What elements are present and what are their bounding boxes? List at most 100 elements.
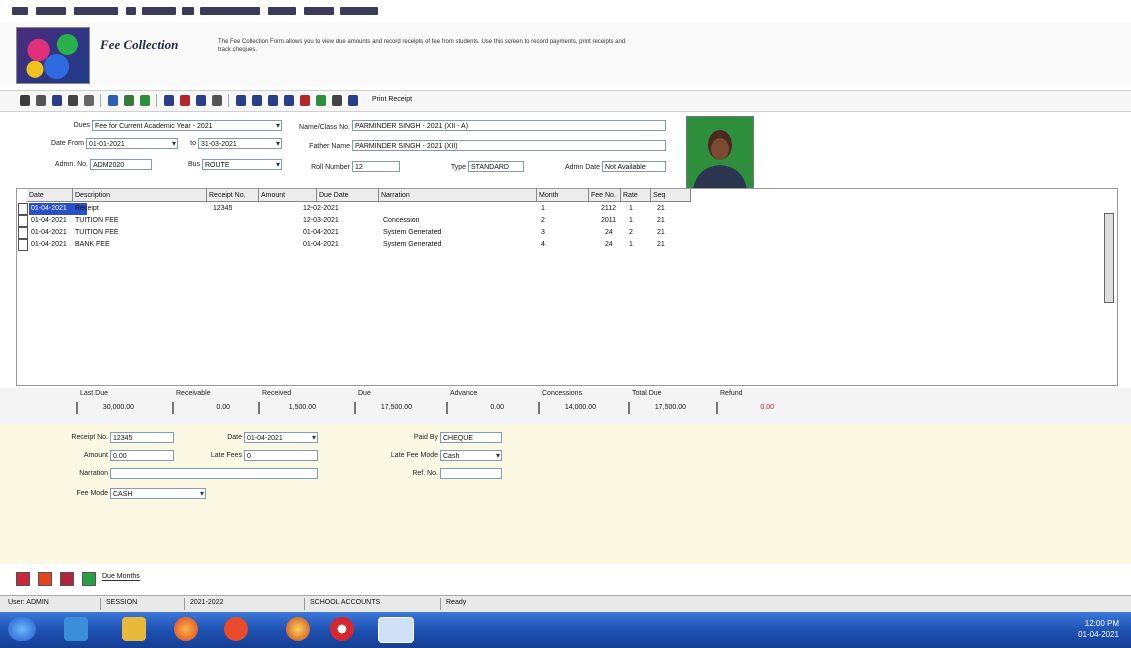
- prev-record-icon[interactable]: [252, 95, 262, 106]
- total-value: 0.00: [446, 402, 506, 414]
- row-selector[interactable]: [18, 203, 28, 215]
- menu-item[interactable]: [182, 7, 194, 15]
- grid-scrollbar[interactable]: [1104, 213, 1114, 303]
- edit-icon[interactable]: [36, 95, 46, 106]
- col-header[interactable]: Seq: [651, 189, 691, 202]
- save-icon[interactable]: [52, 95, 62, 106]
- legend-label: Due Months: [102, 573, 140, 581]
- firefox-icon[interactable]: [174, 617, 198, 641]
- receipt-date-field[interactable]: 01-04-2021: [244, 432, 318, 443]
- form-header: [0, 22, 1131, 86]
- menu-item[interactable]: [36, 7, 66, 15]
- row-selector[interactable]: [18, 239, 28, 251]
- col-header[interactable]: Due Date: [317, 189, 379, 202]
- cell-month: 1: [541, 205, 545, 212]
- total-value: 0.00: [172, 402, 232, 414]
- help-icon[interactable]: [332, 95, 342, 106]
- cell-description: TUITION FEE: [75, 217, 119, 224]
- roll-number-field[interactable]: 12: [352, 161, 400, 172]
- total-value: 14,000.00: [538, 402, 598, 414]
- col-header[interactable]: Description: [73, 189, 207, 202]
- first-record-icon[interactable]: [236, 95, 246, 106]
- admission-date-field[interactable]: Not Available: [602, 161, 666, 172]
- col-header[interactable]: Amount: [259, 189, 317, 202]
- admin-no-field[interactable]: ADM2020: [90, 159, 152, 170]
- exit-icon[interactable]: [348, 95, 358, 106]
- col-header[interactable]: Rate: [621, 189, 651, 202]
- print-icon[interactable]: [108, 95, 118, 106]
- media-player-icon[interactable]: [224, 617, 248, 641]
- father-name-field[interactable]: PARMINDER SINGH - 2021 (XII): [352, 140, 666, 151]
- search-icon[interactable]: [164, 95, 174, 106]
- app-icon[interactable]: [286, 617, 310, 641]
- preview-icon[interactable]: [124, 95, 134, 106]
- fee-app-taskbar-icon[interactable]: [378, 617, 414, 643]
- refresh-icon[interactable]: [140, 95, 150, 106]
- menu-item[interactable]: [268, 7, 296, 15]
- cell-rate: 2: [629, 229, 633, 236]
- menu-item[interactable]: [142, 7, 176, 15]
- export-icon[interactable]: [316, 95, 326, 106]
- menu-item[interactable]: [12, 7, 28, 15]
- delete-icon[interactable]: [68, 95, 78, 106]
- type-label: Type: [450, 164, 466, 171]
- bookmark-icon[interactable]: [300, 95, 310, 106]
- menu-item[interactable]: [340, 7, 378, 15]
- cell-due: 12-03-2021: [303, 217, 339, 224]
- ref-no-field[interactable]: [440, 468, 502, 479]
- cell-month: 3: [541, 229, 545, 236]
- browser-icon[interactable]: [64, 617, 88, 641]
- date-to-field[interactable]: 31-03-2021: [198, 138, 282, 149]
- start-button-icon[interactable]: [8, 617, 36, 641]
- chrome-icon[interactable]: [330, 617, 354, 641]
- calc-icon[interactable]: [212, 95, 222, 106]
- add-icon[interactable]: [20, 95, 30, 106]
- date-from-field[interactable]: 01-01-2021: [86, 138, 178, 149]
- receipt-no-field[interactable]: 12345: [110, 432, 174, 443]
- row-selector[interactable]: [18, 215, 28, 227]
- folder-icon[interactable]: [122, 617, 146, 641]
- bus-select[interactable]: ROUTE: [202, 159, 282, 170]
- student-name-field[interactable]: PARMINDER SINGH - 2021 (XII - A): [352, 120, 666, 131]
- row-selector[interactable]: [18, 227, 28, 239]
- report-icon[interactable]: [196, 95, 206, 106]
- totals-strip: Last Due 30,000.00 Receivable 0.00 Recei…: [0, 388, 1131, 425]
- narration-field[interactable]: [110, 468, 318, 479]
- total-label: Last Due: [80, 390, 109, 397]
- last-record-icon[interactable]: [284, 95, 294, 106]
- late-fee-mode-select[interactable]: Cash: [440, 450, 502, 461]
- late-fees-label: Late Fees: [210, 452, 242, 459]
- total-label: Due: [358, 390, 371, 397]
- late-fees-field[interactable]: 0: [244, 450, 318, 461]
- print-receipt-button[interactable]: Print Receipt: [372, 96, 412, 103]
- col-header[interactable]: Date: [27, 189, 73, 202]
- col-header[interactable]: Fee No.: [589, 189, 621, 202]
- col-header[interactable]: Narration: [379, 189, 537, 202]
- filter-icon[interactable]: [180, 95, 190, 106]
- status-year: 2021-2022: [190, 599, 224, 606]
- next-record-icon[interactable]: [268, 95, 278, 106]
- menu-item[interactable]: [304, 7, 334, 15]
- paid-by-field[interactable]: CHEQUE: [440, 432, 502, 443]
- cell-description: TUITION FEE: [75, 229, 119, 236]
- amount-field[interactable]: 0.00: [110, 450, 174, 461]
- cell-rate: 1: [629, 205, 633, 212]
- status-bar: User: ADMIN SESSION 2021-2022 SCHOOL ACC…: [0, 595, 1131, 612]
- total-value: 30,000.00: [76, 402, 136, 414]
- cell-date: 01-04-2021: [31, 217, 67, 224]
- type-field[interactable]: STANDARD: [468, 161, 524, 172]
- col-header[interactable]: Month: [537, 189, 589, 202]
- fee-mode-select[interactable]: CASH: [110, 488, 206, 499]
- dues-select[interactable]: Fee for Current Academic Year - 2021: [92, 120, 282, 131]
- menu-item[interactable]: [126, 7, 136, 15]
- menu-item[interactable]: [200, 7, 260, 15]
- to-label: to: [190, 140, 196, 147]
- total-label: Concessions: [542, 390, 583, 397]
- cancel-icon[interactable]: [84, 95, 94, 106]
- receipt-entry-panel: Receipt No. 12345 Date 01-04-2021 Paid B…: [0, 424, 1131, 564]
- narration-label: Narration: [79, 470, 108, 477]
- clock-time: 12:00 PM: [1084, 619, 1119, 628]
- menu-item[interactable]: [74, 7, 118, 15]
- col-header[interactable]: Receipt No.: [207, 189, 259, 202]
- system-tray-clock[interactable]: 12:00 PM 01-04-2021: [1078, 618, 1119, 640]
